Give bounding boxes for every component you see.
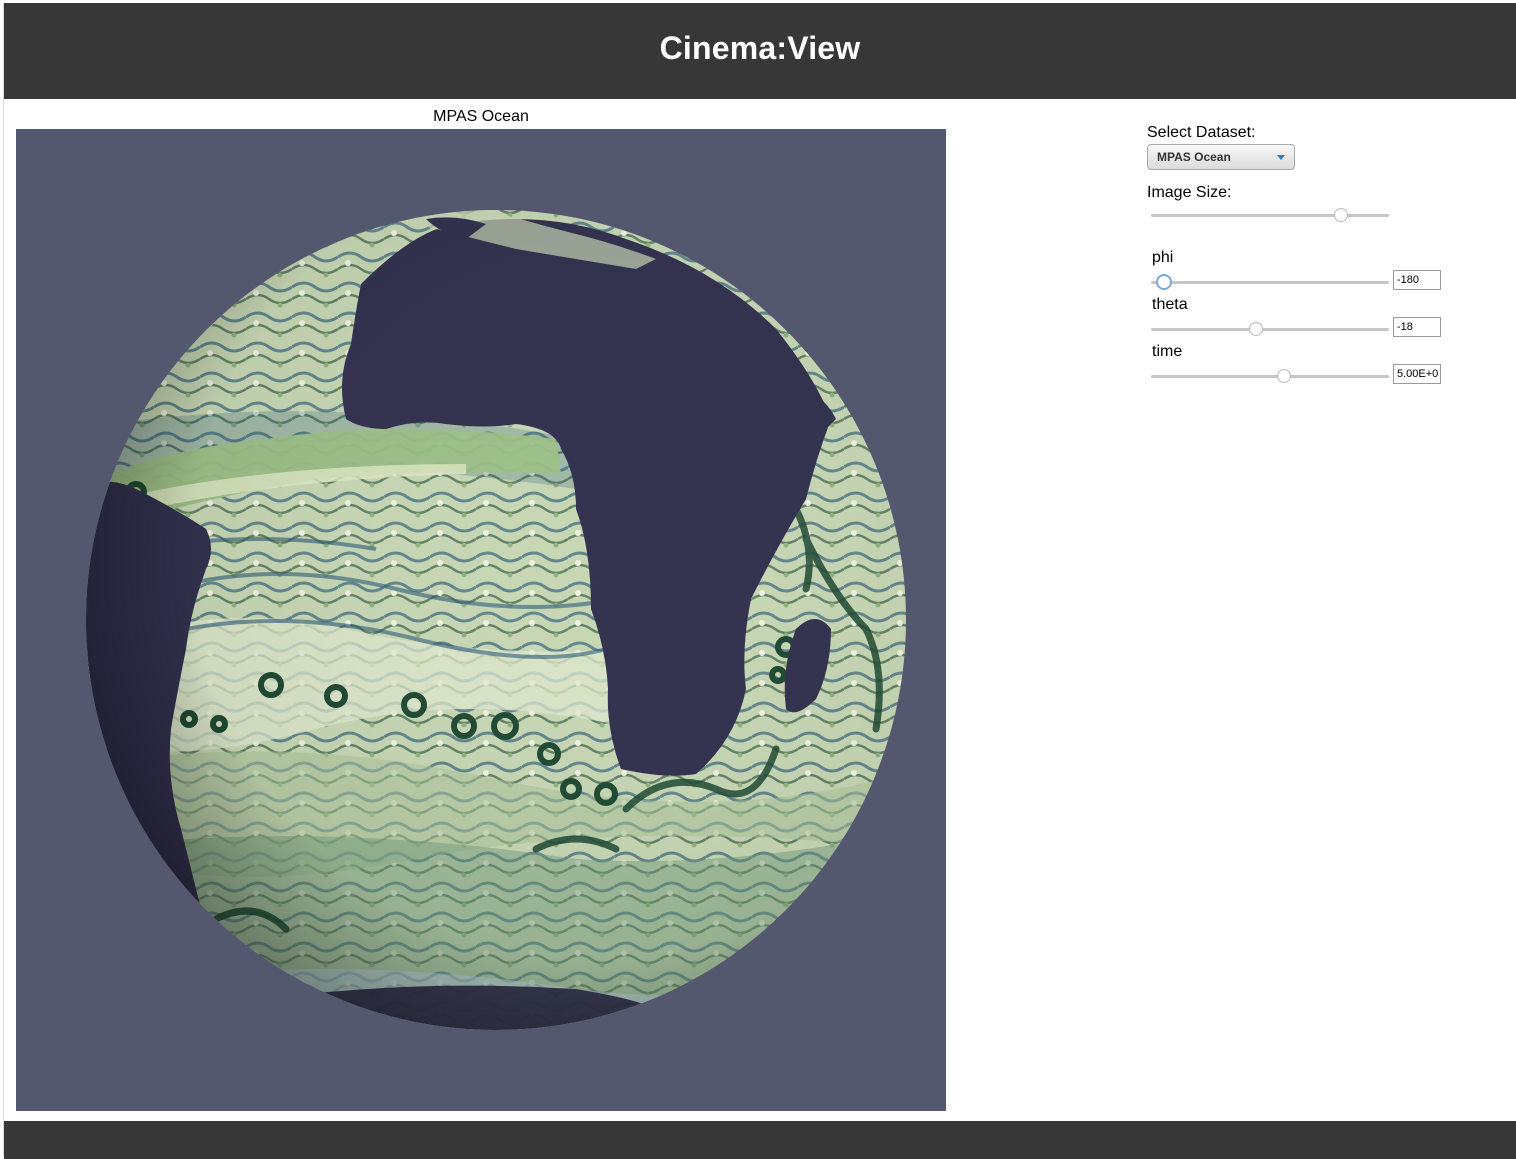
param-time: time 5.00E+0 xyxy=(1147,343,1447,390)
param-time-label: time xyxy=(1152,343,1183,360)
phi-slider-thumb[interactable] xyxy=(1155,274,1172,290)
image-size-slider[interactable] xyxy=(1147,206,1391,224)
rendered-image[interactable] xyxy=(16,129,946,1111)
time-slider[interactable] xyxy=(1147,367,1391,385)
chevron-down-icon xyxy=(1277,155,1285,160)
theta-value-input[interactable]: -18 xyxy=(1393,317,1441,337)
time-slider-thumb[interactable] xyxy=(1276,369,1291,383)
param-theta-label: theta xyxy=(1152,296,1188,313)
ocean-globe-render xyxy=(86,210,906,1030)
phi-value-input[interactable]: -180 xyxy=(1393,270,1441,290)
viewer-title: MPAS Ocean xyxy=(433,108,529,125)
time-value-input[interactable]: 5.00E+0 xyxy=(1393,364,1441,384)
phi-slider[interactable] xyxy=(1147,273,1391,291)
dataset-select[interactable]: MPAS Ocean xyxy=(1147,144,1295,170)
param-phi-label: phi xyxy=(1152,249,1174,266)
param-phi: phi -180 xyxy=(1147,249,1447,296)
time-slider-track xyxy=(1151,375,1389,378)
dataset-select-value: MPAS Ocean xyxy=(1157,150,1231,164)
theta-slider[interactable] xyxy=(1147,320,1391,338)
theta-slider-track xyxy=(1151,328,1389,331)
app-title: Cinema:View xyxy=(659,29,861,66)
controls-panel: Select Dataset: MPAS Ocean Image Size: p… xyxy=(1147,123,1447,390)
select-dataset-label: Select Dataset: xyxy=(1147,124,1256,141)
param-theta: theta -18 xyxy=(1147,296,1447,343)
app-header: Cinema:View xyxy=(4,3,1516,99)
app-footer xyxy=(4,1121,1516,1159)
app-window: Cinema:View MPAS Ocean Select Dataset: M… xyxy=(3,3,1516,1159)
phi-slider-track xyxy=(1151,281,1389,284)
image-size-label: Image Size: xyxy=(1147,184,1232,201)
image-size-slider-thumb[interactable] xyxy=(1334,208,1348,222)
image-size-slider-track xyxy=(1151,214,1389,217)
image-viewer: MPAS Ocean xyxy=(16,107,946,1111)
theta-slider-thumb[interactable] xyxy=(1248,322,1263,336)
